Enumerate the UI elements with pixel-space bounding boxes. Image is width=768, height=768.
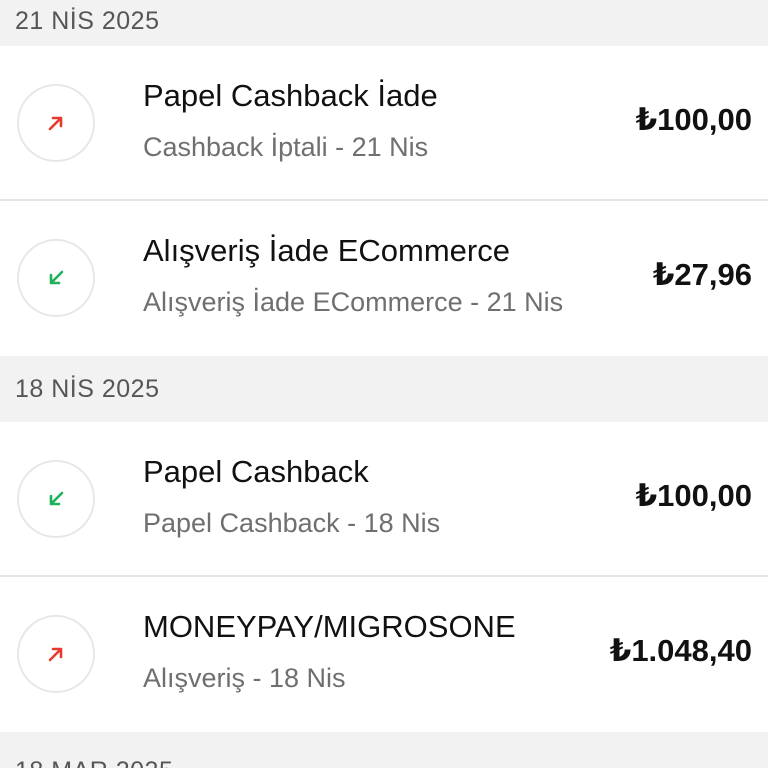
transaction-amount: ₺100,00 [635,478,752,513]
date-header-label: 18 NİS 2025 [15,374,160,403]
transaction-subtitle: Cashback İptali - 21 Nis [143,132,429,162]
transaction-row[interactable]: Alışveriş İade ECommerce Alışveriş İade … [0,201,768,356]
arrow-down-left-icon [17,460,95,538]
transaction-title: Papel Cashback İade [143,78,438,113]
transaction-row[interactable]: MONEYPAY/MIGROSONE Alışveriş - 18 Nis ₺1… [0,577,768,732]
transaction-title: Alışveriş İade ECommerce [143,233,510,268]
arrow-up-right-icon [17,615,95,693]
transaction-row[interactable]: Papel Cashback İade Cashback İptali - 21… [0,46,768,201]
transaction-subtitle: Alışveriş İade ECommerce - 21 Nis [143,287,564,317]
date-header: 21 NİS 2025 [0,0,768,46]
date-header: 18 NİS 2025 [0,356,768,422]
date-header-label: 21 NİS 2025 [15,6,160,35]
arrow-up-right-icon [17,84,95,162]
transaction-subtitle: Alışveriş - 18 Nis [143,663,346,693]
transaction-amount: ₺27,96 [652,257,752,292]
transaction-row[interactable]: Papel Cashback Papel Cashback - 18 Nis ₺… [0,422,768,577]
transaction-subtitle: Papel Cashback - 18 Nis [143,508,441,538]
date-header: 18 MAR 2025 [0,732,768,768]
transaction-title: MONEYPAY/MIGROSONE [143,609,516,644]
transaction-amount: ₺1.048,40 [609,633,752,668]
arrow-down-left-icon [17,239,95,317]
transaction-amount: ₺100,00 [635,102,752,137]
transaction-history-screen: 21 NİS 2025 Papel Cashback İade Cashback… [0,0,768,768]
date-header-label: 18 MAR 2025 [15,757,173,768]
transaction-title: Papel Cashback [143,454,369,489]
